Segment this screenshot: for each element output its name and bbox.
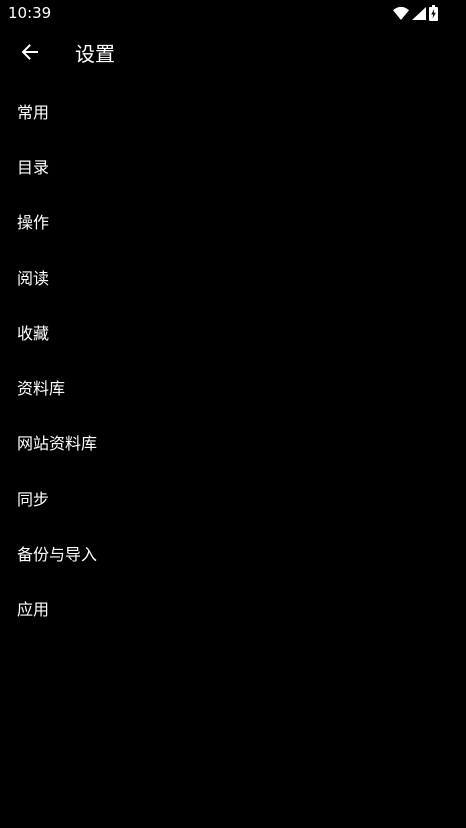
settings-item-app[interactable]: 应用 [0,581,466,636]
app-bar: 设置 [0,26,466,82]
settings-item-label: 收藏 [17,323,50,343]
back-button[interactable] [8,32,52,76]
settings-item-label: 操作 [17,213,50,233]
settings-item-library[interactable]: 资料库 [0,359,466,414]
settings-item-toc[interactable]: 目录 [0,138,466,193]
status-icons [393,4,438,22]
settings-item-sync[interactable]: 同步 [0,470,466,525]
signal-icon [412,6,426,20]
settings-item-common[interactable]: 常用 [0,83,466,138]
settings-item-label: 常用 [17,102,50,122]
settings-item-label: 目录 [17,157,50,177]
settings-item-operation[interactable]: 操作 [0,194,466,249]
settings-item-label: 资料库 [17,379,66,399]
battery-charging-icon [429,5,438,21]
page-title: 设置 [75,42,115,66]
settings-item-label: 阅读 [17,268,50,288]
settings-item-label: 网站资料库 [17,434,98,454]
settings-item-site-library[interactable]: 网站资料库 [0,415,466,470]
settings-list: 常用 目录 操作 阅读 收藏 资料库 网站资料库 同步 备份与导入 应用 [0,83,466,636]
wifi-icon [393,6,409,20]
status-time: 10:39 [8,4,52,22]
settings-item-reading[interactable]: 阅读 [0,249,466,304]
settings-item-label: 备份与导入 [17,545,98,565]
status-bar: 10:39 [0,0,466,26]
settings-item-favorites[interactable]: 收藏 [0,304,466,359]
settings-item-label: 同步 [17,489,50,509]
settings-item-backup-import[interactable]: 备份与导入 [0,525,466,580]
settings-item-label: 应用 [17,600,50,620]
arrow-left-icon [20,42,40,66]
